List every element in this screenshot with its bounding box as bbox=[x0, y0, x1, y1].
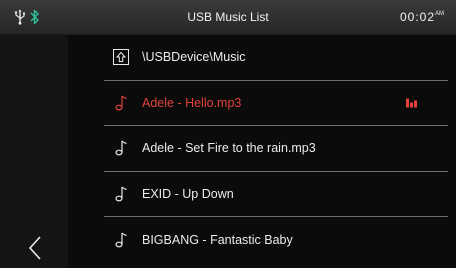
back-button[interactable] bbox=[18, 231, 52, 265]
clock-time: 00:02 bbox=[399, 10, 435, 24]
clock-ampm: AM bbox=[435, 11, 444, 17]
usb-music-screen: USB Music List 00:02AM \USBDevice\Music … bbox=[0, 0, 456, 268]
status-bar: USB Music List 00:02AM bbox=[0, 0, 456, 35]
music-note-icon bbox=[115, 141, 127, 156]
music-note-icon bbox=[115, 232, 127, 248]
folder-up-icon bbox=[113, 49, 129, 66]
folder-path-label: \USBDevice\Music bbox=[142, 50, 246, 65]
track-row[interactable]: Adele - Set Fire to the rain.mp3 bbox=[104, 126, 448, 172]
music-note-icon bbox=[115, 186, 127, 202]
page-title: USB Music List bbox=[187, 10, 269, 24]
folder-path-row[interactable]: \USBDevice\Music bbox=[104, 35, 448, 81]
clock: 00:02AM bbox=[400, 10, 444, 24]
track-row[interactable]: BIGBANG - Fantastic Baby bbox=[104, 217, 448, 262]
track-row[interactable]: Adele - Hello.mp3 bbox=[104, 81, 448, 127]
music-list: \USBDevice\Music Adele - Hello.mp3 Adele… bbox=[104, 35, 448, 262]
track-row[interactable]: EXID - Up Down bbox=[104, 172, 448, 218]
back-chevron-icon bbox=[28, 236, 41, 260]
track-label: Adele - Set Fire to the rain.mp3 bbox=[142, 141, 316, 156]
left-sidebar bbox=[0, 35, 68, 268]
track-label: EXID - Up Down bbox=[142, 187, 234, 202]
equalizer-icon bbox=[406, 98, 417, 108]
music-note-icon bbox=[115, 95, 127, 111]
track-label: BIGBANG - Fantastic Baby bbox=[142, 232, 293, 247]
track-label: Adele - Hello.mp3 bbox=[142, 95, 242, 110]
